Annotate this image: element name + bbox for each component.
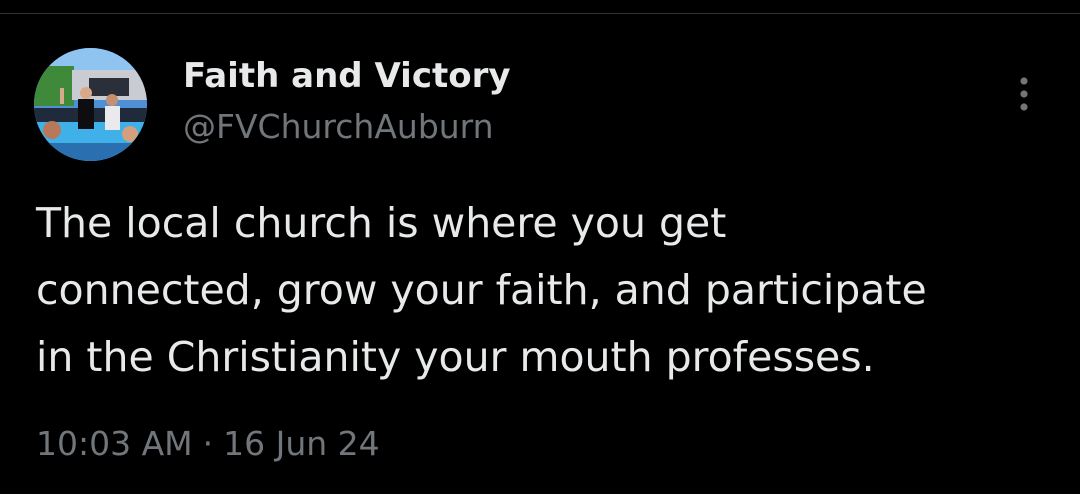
more-vertical-icon — [1020, 77, 1028, 111]
author-avatar[interactable] — [34, 48, 147, 161]
tweet-card: Faith and Victory @FVChurchAuburn The lo… — [0, 0, 1080, 494]
avatar-photo — [34, 48, 147, 161]
tweet-time: 10:03 AM — [36, 424, 193, 463]
author-handle[interactable]: @FVChurchAuburn — [183, 107, 494, 146]
tweet-date: 16 Jun 24 — [223, 424, 380, 463]
author-display-name[interactable]: Faith and Victory — [183, 56, 511, 96]
more-options-button[interactable] — [1004, 72, 1044, 116]
tweet-text: The local church is where you get connec… — [36, 199, 927, 381]
tweet-timestamp[interactable]: 10:03 AM · 16 Jun 24 — [36, 424, 380, 463]
timestamp-separator: · — [202, 424, 214, 463]
